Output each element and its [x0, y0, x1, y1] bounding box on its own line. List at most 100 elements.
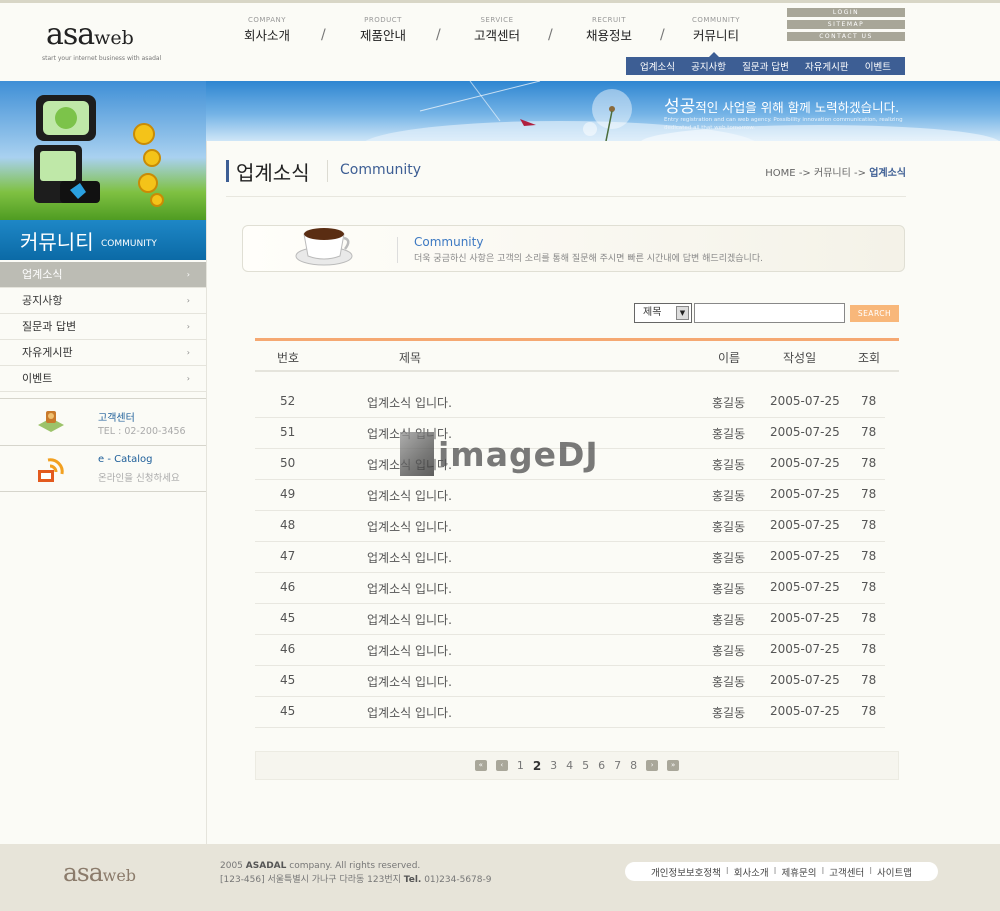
- arrow-right-icon: ›: [186, 374, 190, 383]
- gnb-service[interactable]: SERVICE 고객센터: [457, 16, 537, 44]
- subnav-item-news[interactable]: 업계소식: [640, 59, 675, 73]
- arrow-right-icon: ›: [186, 322, 190, 331]
- left-menu-item-notice[interactable]: 공지사항 ›: [0, 288, 206, 314]
- footer-link-privacy[interactable]: 개인정보보호정책: [651, 865, 721, 879]
- gnb-company[interactable]: COMPANY 회사소개: [227, 16, 307, 44]
- last-page-icon[interactable]: »: [667, 760, 680, 771]
- gnb-product[interactable]: PRODUCT 제품안내: [343, 16, 423, 44]
- banner-slogan-sub: Entry registration and can web agency. P…: [664, 117, 903, 131]
- column-number: 번호: [277, 351, 300, 365]
- column-name: 이름: [718, 351, 741, 365]
- gnb-recruit[interactable]: RECRUIT 채용정보: [569, 16, 649, 44]
- customer-center-box[interactable]: 고객센터 TEL : 02-200-3456: [0, 398, 206, 445]
- post-title[interactable]: 업계소식 입니다.: [367, 549, 452, 566]
- sitemap-link[interactable]: SITEMAP: [787, 20, 905, 29]
- column-title: 제목: [399, 351, 422, 365]
- gnb-separator: /: [548, 27, 553, 43]
- arrow-right-icon: ›: [186, 270, 190, 279]
- table-row[interactable]: 45 업계소식 입니다. 홍길동 2005-07-25 78: [255, 697, 885, 728]
- breadcrumb-home[interactable]: HOME: [765, 168, 795, 179]
- left-menu: 업계소식 › 공지사항 › 질문과 답변 › 자유게시판 › 이벤트 ›: [0, 262, 206, 392]
- footer-link-company[interactable]: 회사소개: [734, 865, 769, 879]
- breadcrumb-parent[interactable]: 커뮤니티: [814, 168, 851, 179]
- gnb-separator: /: [660, 27, 665, 43]
- post-title[interactable]: 업계소식 입니다.: [367, 704, 452, 721]
- logo[interactable]: asaweb: [46, 17, 134, 52]
- sunflower-icon: [150, 193, 164, 207]
- left-menu-item-news[interactable]: 업계소식 ›: [0, 262, 206, 288]
- prev-page-icon[interactable]: ‹: [495, 760, 508, 771]
- next-page-icon[interactable]: ›: [646, 760, 659, 771]
- sub-navigation: 업계소식 공지사항 질문과 답변 자유게시판 이벤트: [626, 57, 905, 75]
- contact-us-link[interactable]: CONTACT US: [787, 32, 905, 41]
- page-link[interactable]: 6: [598, 759, 605, 772]
- gnb-community[interactable]: COMMUNITY 커뮤니티: [676, 16, 756, 44]
- left-menu-item-event[interactable]: 이벤트 ›: [0, 366, 206, 392]
- footer-logo: asaweb: [63, 858, 137, 887]
- subnav-item-notice[interactable]: 공지사항: [691, 59, 726, 73]
- table-header: 번호 제목 이름 작성일 조회: [255, 338, 899, 372]
- post-title[interactable]: 업계소식 입니다.: [367, 394, 452, 411]
- search-input[interactable]: [694, 303, 845, 323]
- current-page[interactable]: 2: [533, 759, 541, 773]
- left-menu-item-board[interactable]: 자유게시판 ›: [0, 340, 206, 366]
- banner-slogan: 성공적인 사업을 위해 함께 노력하겠습니다.: [664, 97, 900, 117]
- post-title[interactable]: 업계소식 입니다.: [367, 673, 452, 690]
- search-field-select[interactable]: 제목 ▼: [634, 303, 692, 323]
- subnav-item-qna[interactable]: 질문과 답변: [742, 59, 789, 73]
- page-link[interactable]: 8: [630, 759, 637, 772]
- catalog-box[interactable]: e - Catalog 온라인을 신청하세요: [0, 445, 206, 492]
- footer-link-support[interactable]: 고객센터: [829, 865, 864, 879]
- gnb-separator: /: [321, 27, 326, 43]
- left-menu-item-qna[interactable]: 질문과 답변 ›: [0, 314, 206, 340]
- first-page-icon[interactable]: «: [474, 760, 487, 771]
- footer-link-sitemap[interactable]: 사이트맵: [877, 865, 912, 879]
- footer-links: 개인정보보호정책 I 회사소개 I 제휴문의 I 고객센터 I 사이트맵: [625, 862, 938, 881]
- column-date: 작성일: [783, 351, 817, 365]
- content-divider: [206, 141, 207, 844]
- intro-box: Community 더욱 궁금하신 사항은 고객의 소리를 통해 질문해 주시면…: [242, 225, 905, 272]
- post-title[interactable]: 업계소식 입니다.: [367, 580, 452, 597]
- table-row[interactable]: 46 업계소식 입니다. 홍길동 2005-07-25 78: [255, 635, 885, 666]
- intro-separator: [397, 237, 398, 263]
- gnb-separator: /: [436, 27, 441, 43]
- page-link[interactable]: 3: [550, 759, 557, 772]
- footer-link-partnership[interactable]: 제휴문의: [781, 865, 816, 879]
- section-title: 커뮤니티 COMMUNITY: [0, 220, 206, 260]
- search-button[interactable]: SEARCH: [850, 305, 899, 322]
- title-bar: [226, 160, 229, 182]
- page-title-area: 업계소식 Community HOME -> 커뮤니티 -> 업계소식: [226, 157, 906, 185]
- table-row[interactable]: 45 업계소식 입니다. 홍길동 2005-07-25 78: [255, 604, 885, 635]
- page-link[interactable]: 1: [517, 759, 524, 772]
- customer-center-icon: [38, 411, 64, 432]
- subnav-item-event[interactable]: 이벤트: [865, 59, 891, 73]
- coffee-cup-icon: [295, 228, 353, 266]
- subnav-item-board[interactable]: 자유게시판: [805, 59, 849, 73]
- login-link[interactable]: LOGIN: [787, 8, 905, 17]
- post-title[interactable]: 업계소식 입니다.: [367, 642, 452, 659]
- table-row[interactable]: 47 업계소식 입니다. 홍길동 2005-07-25 78: [255, 542, 885, 573]
- header: asaweb start your internet business with…: [0, 3, 1000, 81]
- table-row[interactable]: 52 업계소식 입니다. 홍길동 2005-07-25 78: [255, 387, 885, 418]
- post-title[interactable]: 업계소식 입니다.: [367, 487, 452, 504]
- footer-copyright: 2005 ASADAL company. All rights reserved…: [220, 861, 492, 885]
- table-row[interactable]: 46 업계소식 입니다. 홍길동 2005-07-25 78: [255, 573, 885, 604]
- sunflower-icon: [133, 123, 155, 145]
- catalog-icon: [38, 458, 64, 482]
- intro-title: Community: [414, 235, 484, 249]
- page-link[interactable]: 7: [614, 759, 621, 772]
- table-row[interactable]: 45 업계소식 입니다. 홍길동 2005-07-25 78: [255, 666, 885, 697]
- page-link[interactable]: 5: [582, 759, 589, 772]
- sunflower-icon: [138, 173, 158, 193]
- table-row[interactable]: 48 업계소식 입니다. 홍길동 2005-07-25 78: [255, 511, 885, 542]
- post-title[interactable]: 업계소식 입니다.: [367, 611, 452, 628]
- column-views: 조회: [858, 351, 881, 365]
- title-divider: [226, 196, 906, 197]
- camera-illustration: [34, 95, 100, 203]
- breadcrumb-current: 업계소식: [869, 168, 906, 179]
- table-row[interactable]: 49 업계소식 입니다. 홍길동 2005-07-25 78: [255, 480, 885, 511]
- post-title[interactable]: 업계소식 입니다.: [367, 518, 452, 535]
- page-link[interactable]: 4: [566, 759, 573, 772]
- footer: asaweb 2005 ASADAL company. All rights r…: [0, 844, 1000, 911]
- chevron-down-icon: ▼: [676, 306, 689, 320]
